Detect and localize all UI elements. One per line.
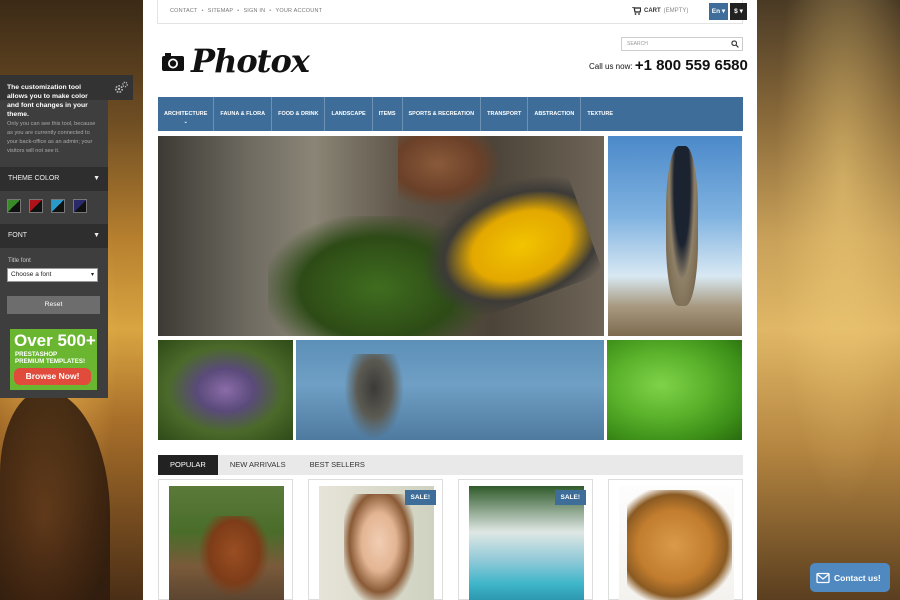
reset-button[interactable]: Reset [7,296,100,314]
search-input[interactable]: SEARCH [621,37,743,51]
menu-item-architecture[interactable]: ARCHITECTURE ⌄ [158,97,215,131]
product-tabs: POPULAR NEW ARRIVALS BEST SELLERS [158,455,743,475]
panel-title: The customization tool allows you to mak… [7,84,88,118]
call-label: Call us now: [589,62,633,71]
banner-man-on-rock[interactable] [608,136,742,336]
menu-item-texture[interactable]: TEXTURE [581,97,619,131]
sale-badge: SALE! [404,490,436,505]
banner-hiker[interactable] [296,340,604,440]
cart-status: (EMPTY) [663,8,689,14]
theme-color-section[interactable]: THEME COLOR ▼ [0,167,108,191]
product-image[interactable] [619,486,734,600]
menu-item-transport[interactable]: TRANSPORT [481,97,529,131]
cart-label: CART [644,8,661,14]
banner-flowers[interactable] [158,340,293,440]
main-menu: ARCHITECTURE ⌄ FAUNA & FLORA FOOD & DRINK… [158,97,743,131]
tab-best-sellers[interactable]: BEST SELLERS [298,455,377,475]
contact-label: Contact us! [834,572,881,583]
promo-banner[interactable]: Over 500+ PRESTASHOP PREMIUM TEMPLATES! B… [10,329,97,390]
cart-icon [632,7,641,15]
sale-badge: SALE! [554,490,586,505]
your-account-link[interactable]: YOUR ACCOUNT [275,8,322,14]
menu-item-fauna-flora[interactable]: FAUNA & FLORA [214,97,273,131]
font-select[interactable]: Choose a font ▾ [7,268,98,282]
product-card[interactable] [158,479,293,600]
gear-icon [114,81,128,93]
site-logo[interactable]: Photox [191,42,310,80]
banner-leaves[interactable] [607,340,742,440]
language-value: En [711,8,721,15]
tab-new-arrivals[interactable]: NEW ARRIVALS [218,455,298,475]
search-icon[interactable] [731,40,739,48]
banner-running-shoe[interactable] [158,136,604,336]
top-bar: CONTACT ▪ SITEMAP ▪ SIGN IN ▪ YOUR ACCOU… [157,0,747,24]
search-placeholder: SEARCH [627,41,648,47]
product-card[interactable] [608,479,743,600]
currency-value: $ [734,8,738,15]
chevron-down-icon: ⌄ [183,119,188,125]
product-card[interactable]: SALE! [458,479,593,600]
contact-us-button[interactable]: Contact us! [810,563,890,592]
swatch-navy[interactable] [73,199,87,213]
page-container: CONTACT ▪ SITEMAP ▪ SIGN IN ▪ YOUR ACCOU… [143,0,757,600]
caret-down-icon: ▼ [93,232,100,239]
language-selector[interactable]: En ▾ [709,3,728,20]
background-figure [0,390,110,600]
swatch-blue[interactable] [51,199,65,213]
promo-headline: Over 500+ [14,331,96,350]
panel-toggle-button[interactable] [108,75,133,100]
menu-item-items[interactable]: ITEMS [373,97,403,131]
menu-item-food-drink[interactable]: FOOD & DRINK [272,97,326,131]
caret-down-icon: ▼ [93,175,100,182]
title-font-label: Title font [8,258,31,264]
tab-popular[interactable]: POPULAR [158,455,218,475]
contact-link[interactable]: CONTACT [170,8,198,14]
menu-item-sports-recreation[interactable]: SPORTS & RECREATION [403,97,482,131]
currency-selector[interactable]: $ ▾ [730,3,747,20]
background-right [757,0,900,600]
phone-number: +1 800 559 6580 [634,57,748,74]
swatch-red[interactable] [29,199,43,213]
browse-now-button[interactable]: Browse Now! [14,368,91,385]
product-card[interactable]: SALE! [308,479,443,600]
call-us: Call us now: +1 800 559 6580 [589,57,748,74]
top-links: CONTACT ▪ SITEMAP ▪ SIGN IN ▪ YOUR ACCOU… [170,8,323,14]
camera-icon [162,53,184,71]
menu-item-landscape[interactable]: LANDSCAPE [325,97,373,131]
cart-button[interactable]: CART (EMPTY) [632,7,688,15]
mail-icon [816,572,830,583]
color-swatches [7,199,87,213]
font-section[interactable]: FONT ▼ [0,224,108,248]
sign-in-link[interactable]: SIGN IN [243,8,265,14]
panel-note: Only you can see this tool, because as y… [7,121,96,154]
promo-text: PRESTASHOP PREMIUM TEMPLATES! [15,351,86,365]
swatch-green[interactable] [7,199,21,213]
sitemap-link[interactable]: SITEMAP [208,8,234,14]
product-image[interactable] [169,486,284,600]
customization-panel: The customization tool allows you to mak… [0,75,133,398]
menu-item-abstraction[interactable]: ABSTRACTION [528,97,582,131]
chevron-down-icon: ▾ [90,272,94,278]
